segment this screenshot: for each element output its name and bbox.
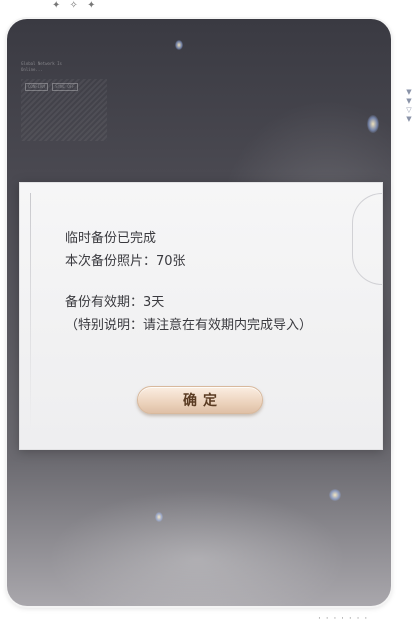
light-glint: [367, 115, 379, 133]
screen: ✦ ✧ ✦ Global Network Is Online... CONFIR…: [0, 0, 415, 624]
hud-tags: CONFIRM SYNC OFF: [25, 83, 80, 91]
dialog-message: 临时备份已完成 本次备份照片：70张 备份有效期：3天 （特别说明：请注意在有效…: [65, 227, 365, 337]
arrow-down-icon: ▼: [406, 115, 412, 123]
backup-status-text: 临时备份已完成: [65, 231, 157, 246]
hud-tag: SYNC OFF: [52, 83, 78, 91]
light-glint: [155, 512, 163, 522]
side-arrow-decoration: ▼ ▼ ▽ ▼: [403, 88, 415, 124]
hud-tag: CONFIRM: [25, 83, 48, 91]
dots-decoration: · · · · · · ·: [318, 614, 369, 624]
validity-period-text: 备份有效期：3天: [65, 295, 165, 310]
hud-overlay: Global Network Is Online... CONFIRM SYNC…: [21, 61, 109, 141]
backup-complete-dialog: 临时备份已完成 本次备份照片：70张 备份有效期：3天 （特别说明：请注意在有效…: [19, 182, 383, 450]
special-note-text: （特别说明：请注意在有效期内完成导入）: [65, 318, 313, 333]
arrow-down-icon: ▽: [406, 106, 412, 114]
sparkle-decoration: ✦ ✧ ✦: [52, 0, 99, 11]
arrow-down-icon: ▼: [406, 88, 412, 96]
light-glint: [175, 40, 183, 50]
dialog-deco-line: [30, 193, 31, 433]
hud-line: Online...: [21, 67, 43, 72]
confirm-button[interactable]: 确定: [137, 386, 263, 414]
photo-count-text: 本次备份照片：70张: [65, 254, 186, 269]
light-glint: [329, 489, 341, 501]
arrow-down-icon: ▼: [406, 97, 412, 105]
